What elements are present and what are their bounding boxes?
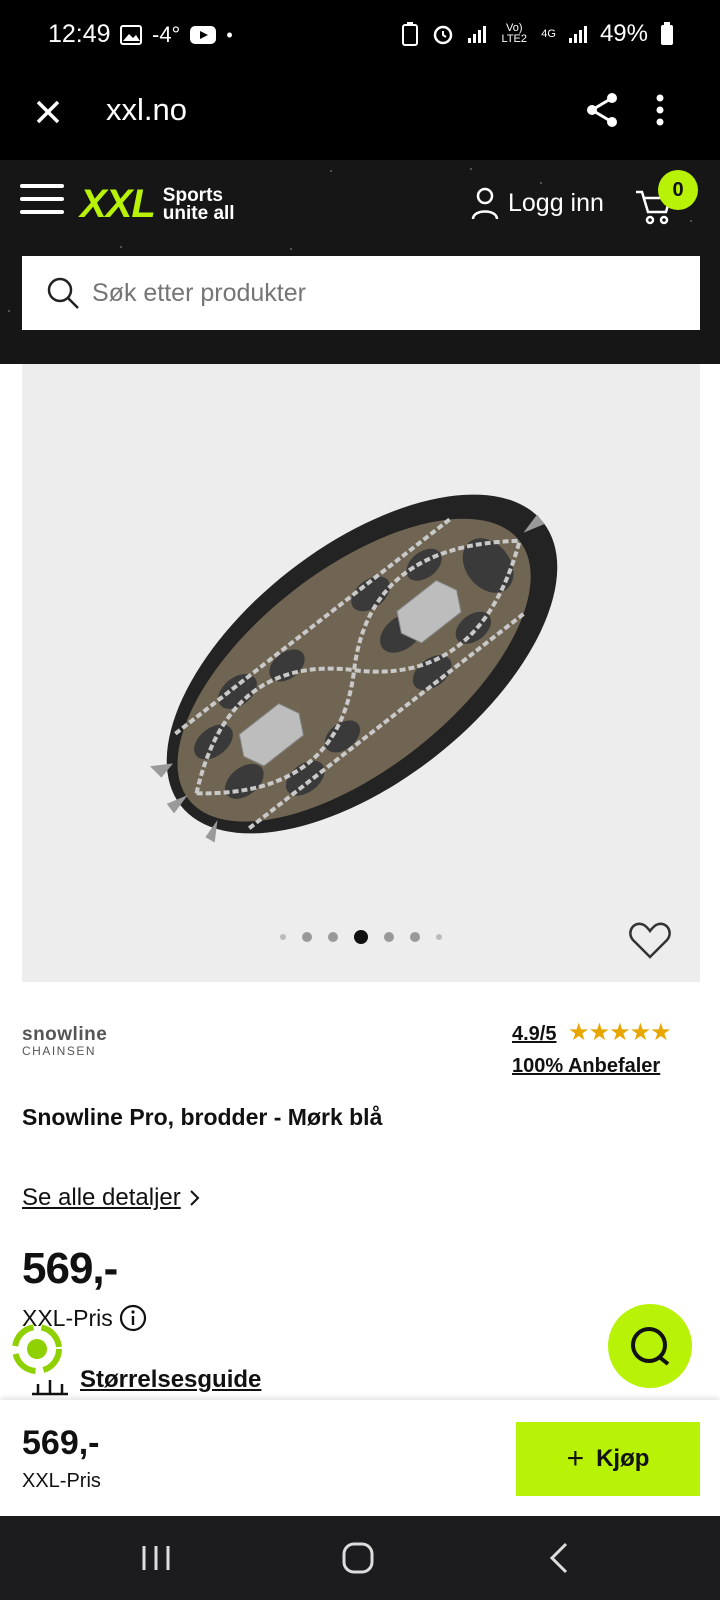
browser-url[interactable]: xxl.no [106,92,187,128]
network-label: Vo) LTE2 [501,22,527,45]
login-link[interactable]: Logg inn [470,186,604,220]
brand-name: snowline [22,1024,108,1045]
see-all-details-link[interactable]: Se alle detaljer [22,1184,201,1212]
system-nav-bar [0,1516,720,1600]
share-icon[interactable] [582,90,622,130]
back-icon[interactable] [540,1538,580,1578]
brand-logo[interactable]: snowline CHAINSEN [22,1024,107,1058]
product-price: 569,- [22,1244,118,1293]
carousel-dot[interactable] [302,932,312,942]
product-page: snowline CHAINSEN 4.9/5 ★★★★★ 100% Anbef… [0,364,720,1402]
battery-icon [661,22,673,45]
status-time: 12:49 [48,20,111,48]
browser-toolbar: xxl.no [0,72,720,160]
status-bar: 12:49 -4° • Vo) LTE2 4G 49% [0,0,720,72]
crampon-shoe-image [149,494,558,843]
signal-icon [468,26,487,43]
signal-icon-2 [568,26,587,43]
network-type: 4G [541,27,556,40]
search-icon [47,277,79,309]
rating-score: 4.9/5 [512,1023,557,1045]
close-icon[interactable] [30,94,66,130]
carousel-dot[interactable] [410,932,420,942]
carousel-dot-active[interactable] [354,930,368,944]
heart-icon[interactable] [628,920,672,960]
product-title: Snowline Pro, brodder - Mørk blå [22,1104,383,1130]
carousel-dots [22,930,700,944]
gallery-icon [120,25,142,45]
product-image[interactable] [22,364,700,982]
home-icon[interactable] [338,1538,378,1578]
alarm-icon [434,25,453,45]
xxl-logo[interactable]: XXL Sports unite all [80,182,235,227]
login-label: Logg inn [508,188,604,217]
tagline-line-1: Sports [162,184,223,206]
sticky-buy-bar: 569,- XXL-Pris + Kjøp [0,1400,720,1516]
details-link-label: Se alle detaljer [22,1184,181,1211]
hamburger-menu-icon[interactable] [20,184,64,218]
battery-percent: 49% [599,20,648,47]
brand-sub: CHAINSEN [22,1044,97,1058]
recycle-battery-icon [402,22,419,46]
chat-button[interactable] [608,1304,692,1388]
size-guide-link[interactable]: Størrelsesguide [80,1366,261,1394]
carousel-dot[interactable] [328,932,338,942]
site-header: XXL Sports unite all Logg inn 0 [0,160,720,364]
user-icon [471,187,499,220]
more-options-icon[interactable] [650,90,670,130]
chevron-right-icon [190,1190,200,1206]
recent-apps-icon[interactable] [136,1538,176,1578]
carousel-dot[interactable] [436,934,442,940]
carousel-dot[interactable] [280,934,286,940]
logo-text: XXL [80,182,156,226]
buy-bar-price: 569,- [22,1424,100,1462]
recycle-widget-icon[interactable] [12,1324,62,1374]
search-box[interactable] [22,256,700,330]
chat-icon [631,1327,670,1366]
weather-temp: -4° [152,22,181,47]
star-rating-icon: ★★★★★ [568,1019,672,1046]
cart-count-badge: 0 [658,170,698,210]
buy-label: Kjøp [596,1445,650,1472]
tagline-line-2: unite all [162,202,235,224]
notification-dot-icon: • [226,24,233,45]
ruler-icon [32,1380,68,1396]
info-icon[interactable] [119,1304,147,1332]
carousel-dot[interactable] [384,932,394,942]
search-input[interactable] [92,256,682,330]
buy-button[interactable]: + Kjøp [516,1422,700,1496]
product-rating[interactable]: 4.9/5 ★★★★★ 100% Anbefaler [512,1018,672,1078]
buy-bar-price-label: XXL-Pris [22,1470,101,1492]
plus-icon: + [566,1442,585,1475]
recommend-percent: 100% Anbefaler [512,1055,661,1077]
youtube-icon [190,26,217,44]
